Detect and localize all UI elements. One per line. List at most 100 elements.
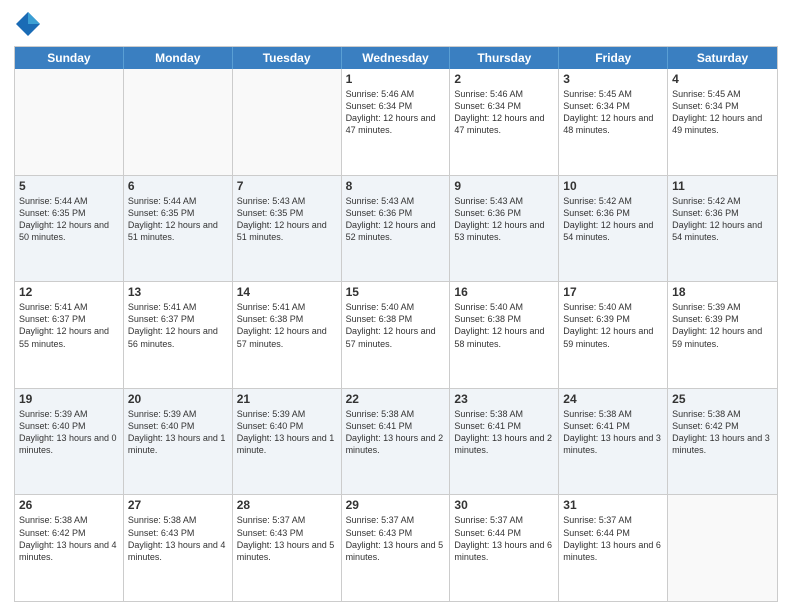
day-number: 12 <box>19 285 119 299</box>
day-info: Sunrise: 5:44 AM Sunset: 6:35 PM Dayligh… <box>128 195 228 244</box>
calendar-cell: 27Sunrise: 5:38 AM Sunset: 6:43 PM Dayli… <box>124 495 233 601</box>
page: Sunday Monday Tuesday Wednesday Thursday… <box>0 0 792 612</box>
day-number: 6 <box>128 179 228 193</box>
calendar-cell: 24Sunrise: 5:38 AM Sunset: 6:41 PM Dayli… <box>559 389 668 495</box>
day-info: Sunrise: 5:38 AM Sunset: 6:42 PM Dayligh… <box>19 514 119 563</box>
day-info: Sunrise: 5:40 AM Sunset: 6:39 PM Dayligh… <box>563 301 663 350</box>
calendar-cell: 19 Sunrise: 5:39 AM Sunset: 6:40 PM Dayli… <box>15 389 124 495</box>
calendar-cell: 17 Sunrise: 5:40 AM Sunset: 6:39 PM Dayli… <box>559 282 668 388</box>
day-number: 13 <box>128 285 228 299</box>
calendar-cell: 10Sunrise: 5:42 AM Sunset: 6:36 PM Dayli… <box>559 176 668 282</box>
calendar-cell <box>668 495 777 601</box>
day-number: 7 <box>237 179 337 193</box>
day-number: 20 <box>128 392 228 406</box>
calendar-cell: 14 Sunrise: 5:41 AM Sunset: 6:38 PM Dayli… <box>233 282 342 388</box>
day-number: 17 <box>563 285 663 299</box>
day-info: Sunrise: 5:45 AM Sunset: 6:34 PM Dayligh… <box>563 88 663 137</box>
day-info: Sunrise: 5:41 AM Sunset: 6:37 PM Dayligh… <box>128 301 228 350</box>
day-info: Sunrise: 5:42 AM Sunset: 6:36 PM Dayligh… <box>563 195 663 244</box>
logo <box>14 10 46 38</box>
day-number: 1 <box>346 72 446 86</box>
day-info: Sunrise: 5:37 AM Sunset: 6:44 PM Dayligh… <box>454 514 554 563</box>
day-number: 9 <box>454 179 554 193</box>
calendar-row-3: 12 Sunrise: 5:41 AM Sunset: 6:37 PM Dayli… <box>15 281 777 388</box>
day-number: 15 <box>346 285 446 299</box>
day-number: 4 <box>672 72 773 86</box>
day-info: Sunrise: 5:41 AM Sunset: 6:38 PM Dayligh… <box>237 301 337 350</box>
day-number: 22 <box>346 392 446 406</box>
day-info: Sunrise: 5:39 AM Sunset: 6:39 PM Dayligh… <box>672 301 773 350</box>
col-thursday: Thursday <box>450 47 559 69</box>
day-info: Sunrise: 5:45 AM Sunset: 6:34 PM Dayligh… <box>672 88 773 137</box>
calendar-row-5: 26 Sunrise: 5:38 AM Sunset: 6:42 PM Dayli… <box>15 494 777 601</box>
calendar-cell: 8 Sunrise: 5:43 AM Sunset: 6:36 PM Daylig… <box>342 176 451 282</box>
calendar-cell: 25 Sunrise: 5:38 AM Sunset: 6:42 PM Dayli… <box>668 389 777 495</box>
day-info: Sunrise: 5:39 AM Sunset: 6:40 PM Dayligh… <box>237 408 337 457</box>
day-info: Sunrise: 5:46 AM Sunset: 6:34 PM Dayligh… <box>346 88 446 137</box>
calendar-cell: 7 Sunrise: 5:43 AM Sunset: 6:35 PM Daylig… <box>233 176 342 282</box>
day-info: Sunrise: 5:42 AM Sunset: 6:36 PM Dayligh… <box>672 195 773 244</box>
day-info: Sunrise: 5:46 AM Sunset: 6:34 PM Dayligh… <box>454 88 554 137</box>
day-info: Sunrise: 5:39 AM Sunset: 6:40 PM Dayligh… <box>19 408 119 457</box>
day-info: Sunrise: 5:37 AM Sunset: 6:43 PM Dayligh… <box>237 514 337 563</box>
day-number: 30 <box>454 498 554 512</box>
day-number: 16 <box>454 285 554 299</box>
day-info: Sunrise: 5:43 AM Sunset: 6:36 PM Dayligh… <box>454 195 554 244</box>
day-info: Sunrise: 5:38 AM Sunset: 6:43 PM Dayligh… <box>128 514 228 563</box>
day-info: Sunrise: 5:37 AM Sunset: 6:44 PM Dayligh… <box>563 514 663 563</box>
calendar-cell: 15 Sunrise: 5:40 AM Sunset: 6:38 PM Dayli… <box>342 282 451 388</box>
day-number: 5 <box>19 179 119 193</box>
day-number: 3 <box>563 72 663 86</box>
day-info: Sunrise: 5:41 AM Sunset: 6:37 PM Dayligh… <box>19 301 119 350</box>
col-monday: Monday <box>124 47 233 69</box>
day-info: Sunrise: 5:39 AM Sunset: 6:40 PM Dayligh… <box>128 408 228 457</box>
day-number: 29 <box>346 498 446 512</box>
calendar-cell: 18Sunrise: 5:39 AM Sunset: 6:39 PM Dayli… <box>668 282 777 388</box>
calendar-cell: 21Sunrise: 5:39 AM Sunset: 6:40 PM Dayli… <box>233 389 342 495</box>
calendar-cell: 11 Sunrise: 5:42 AM Sunset: 6:36 PM Dayli… <box>668 176 777 282</box>
day-number: 24 <box>563 392 663 406</box>
calendar-cell: 28 Sunrise: 5:37 AM Sunset: 6:43 PM Dayli… <box>233 495 342 601</box>
calendar: Sunday Monday Tuesday Wednesday Thursday… <box>14 46 778 602</box>
day-number: 28 <box>237 498 337 512</box>
calendar-cell: 23Sunrise: 5:38 AM Sunset: 6:41 PM Dayli… <box>450 389 559 495</box>
calendar-cell <box>124 69 233 175</box>
day-number: 8 <box>346 179 446 193</box>
col-friday: Friday <box>559 47 668 69</box>
calendar-cell <box>233 69 342 175</box>
day-number: 19 <box>19 392 119 406</box>
day-info: Sunrise: 5:38 AM Sunset: 6:41 PM Dayligh… <box>346 408 446 457</box>
day-info: Sunrise: 5:40 AM Sunset: 6:38 PM Dayligh… <box>454 301 554 350</box>
calendar-cell: 6 Sunrise: 5:44 AM Sunset: 6:35 PM Daylig… <box>124 176 233 282</box>
day-info: Sunrise: 5:44 AM Sunset: 6:35 PM Dayligh… <box>19 195 119 244</box>
day-number: 26 <box>19 498 119 512</box>
calendar-cell: 9 Sunrise: 5:43 AM Sunset: 6:36 PM Daylig… <box>450 176 559 282</box>
calendar-cell: 1 Sunrise: 5:46 AM Sunset: 6:34 PM Daylig… <box>342 69 451 175</box>
calendar-row-2: 5 Sunrise: 5:44 AM Sunset: 6:35 PM Daylig… <box>15 175 777 282</box>
calendar-cell: 30 Sunrise: 5:37 AM Sunset: 6:44 PM Dayli… <box>450 495 559 601</box>
calendar-cell: 31 Sunrise: 5:37 AM Sunset: 6:44 PM Dayli… <box>559 495 668 601</box>
calendar-cell: 26 Sunrise: 5:38 AM Sunset: 6:42 PM Dayli… <box>15 495 124 601</box>
calendar-cell: 4 Sunrise: 5:45 AM Sunset: 6:34 PM Daylig… <box>668 69 777 175</box>
day-number: 31 <box>563 498 663 512</box>
day-number: 11 <box>672 179 773 193</box>
day-info: Sunrise: 5:40 AM Sunset: 6:38 PM Dayligh… <box>346 301 446 350</box>
col-wednesday: Wednesday <box>342 47 451 69</box>
day-number: 14 <box>237 285 337 299</box>
day-number: 25 <box>672 392 773 406</box>
calendar-cell: 13 Sunrise: 5:41 AM Sunset: 6:37 PM Dayli… <box>124 282 233 388</box>
calendar-cell: 22 Sunrise: 5:38 AM Sunset: 6:41 PM Dayli… <box>342 389 451 495</box>
day-info: Sunrise: 5:43 AM Sunset: 6:36 PM Dayligh… <box>346 195 446 244</box>
calendar-cell: 29 Sunrise: 5:37 AM Sunset: 6:43 PM Dayli… <box>342 495 451 601</box>
calendar-cell: 12 Sunrise: 5:41 AM Sunset: 6:37 PM Dayli… <box>15 282 124 388</box>
calendar-cell: 3 Sunrise: 5:45 AM Sunset: 6:34 PM Daylig… <box>559 69 668 175</box>
calendar-row-1: 1 Sunrise: 5:46 AM Sunset: 6:34 PM Daylig… <box>15 69 777 175</box>
day-info: Sunrise: 5:37 AM Sunset: 6:43 PM Dayligh… <box>346 514 446 563</box>
day-info: Sunrise: 5:38 AM Sunset: 6:42 PM Dayligh… <box>672 408 773 457</box>
col-sunday: Sunday <box>15 47 124 69</box>
calendar-cell: 2Sunrise: 5:46 AM Sunset: 6:34 PM Daylig… <box>450 69 559 175</box>
day-info: Sunrise: 5:38 AM Sunset: 6:41 PM Dayligh… <box>454 408 554 457</box>
calendar-body: 1 Sunrise: 5:46 AM Sunset: 6:34 PM Daylig… <box>15 69 777 601</box>
calendar-header: Sunday Monday Tuesday Wednesday Thursday… <box>15 47 777 69</box>
day-info: Sunrise: 5:43 AM Sunset: 6:35 PM Dayligh… <box>237 195 337 244</box>
